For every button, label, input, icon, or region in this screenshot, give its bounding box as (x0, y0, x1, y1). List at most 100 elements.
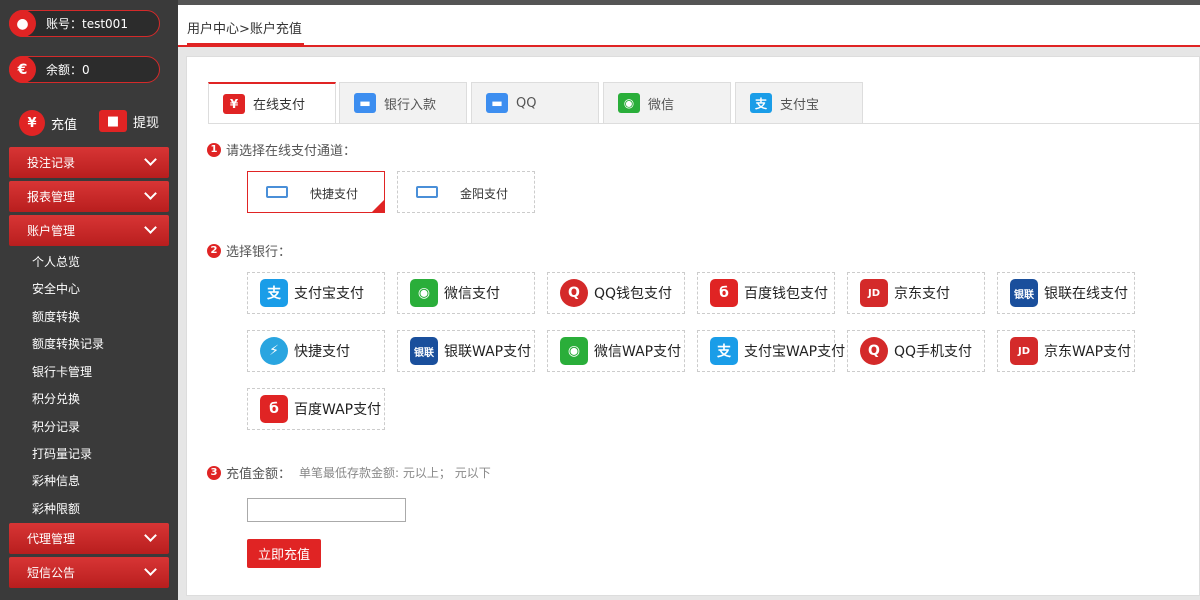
chevron-down-icon (144, 563, 157, 576)
tab-label: 微信 (648, 97, 675, 113)
tabs-divider (208, 123, 1200, 124)
card-icon (416, 186, 438, 198)
bank-label: 微信支付 (444, 286, 500, 302)
tab-label: 支付宝 (780, 97, 820, 113)
jd-icon: JD (1010, 337, 1038, 365)
alipay-icon: 支 (260, 279, 288, 307)
recharge-link[interactable]: ¥ 充值 (19, 110, 77, 136)
menu-bet-records[interactable]: 投注记录 (9, 147, 169, 178)
wechat-icon: ◉ (410, 279, 438, 307)
chevron-down-icon (144, 221, 157, 234)
balance-label: 余额：0 (46, 63, 90, 77)
selected-corner-icon (372, 200, 384, 212)
menu-label: 报表管理 (27, 190, 76, 204)
bank-label: 银联WAP支付 (444, 344, 532, 360)
menu-agent[interactable]: 代理管理 (9, 523, 169, 554)
bank-option[interactable]: ⚡ 快捷支付 (247, 330, 385, 372)
submenu-bank-cards[interactable]: 银行卡管理 (32, 363, 92, 380)
bank-option[interactable]: ◉ 微信WAP支付 (547, 330, 685, 372)
account-label: 账号：test001 (46, 17, 128, 31)
bank-option[interactable]: б 百度WAP支付 (247, 388, 385, 430)
bank-option[interactable]: JD 京东WAP支付 (997, 330, 1135, 372)
bank-option[interactable]: 支支付宝WAP支付 (697, 330, 845, 372)
balance-pill: € 余额：0 (9, 56, 160, 83)
chevron-down-icon (144, 187, 157, 200)
unionpay-icon: 银联 (1010, 279, 1038, 307)
submenu-lottery-info[interactable]: 彩种信息 (32, 472, 80, 489)
bank-option[interactable]: 支支付宝支付 (247, 272, 385, 314)
channel-jinyang-pay[interactable]: 金阳支付 (397, 171, 535, 213)
user-icon: ● (9, 10, 36, 37)
bank-option[interactable]: 银联 银联在线支付 (997, 272, 1135, 314)
menu-account[interactable]: 账户管理 (9, 215, 169, 246)
tab-label: 银行入款 (384, 97, 437, 113)
sidebar: ● 账号：test001 € 余额：0 ¥ 充值 ■ 提现 投注记录 报表管理 … (0, 0, 178, 600)
step-number-3: 3 (207, 465, 221, 480)
menu-label: 账户管理 (27, 224, 76, 238)
submit-recharge-button[interactable]: 立即充值 (247, 539, 321, 568)
account-pill: ● 账号：test001 (9, 10, 160, 37)
wallet-icon: ■ (99, 110, 127, 132)
bank-label: 微信WAP支付 (594, 344, 682, 360)
tab-qq[interactable]: ▬ QQ (471, 82, 599, 124)
bank-label: 京东支付 (894, 286, 950, 302)
bank-label: 支付宝支付 (294, 286, 364, 302)
bank-option[interactable]: ◉ 微信支付 (397, 272, 535, 314)
menu-label: 代理管理 (27, 532, 76, 546)
submenu-security[interactable]: 安全中心 (32, 280, 80, 297)
yen-icon: ¥ (223, 93, 245, 114)
menu-sms-notice[interactable]: 短信公告 (9, 557, 169, 588)
wechat-icon: ◉ (618, 93, 640, 113)
menu-label: 投注记录 (27, 156, 76, 170)
bank-card-icon: ▬ (354, 93, 376, 113)
tab-label: 在线支付 (253, 98, 306, 113)
yen-icon: ¥ (19, 110, 45, 136)
submenu-overview[interactable]: 个人总览 (32, 253, 80, 270)
submenu-wager-records[interactable]: 打码量记录 (32, 445, 92, 462)
submenu-points-exchange[interactable]: 积分兑换 (32, 390, 80, 407)
card-icon (266, 186, 288, 198)
step-number-1: 1 (207, 142, 221, 157)
breadcrumb: 用户中心>账户充值 (187, 22, 302, 37)
submenu-points-records[interactable]: 积分记录 (32, 418, 80, 435)
amount-input[interactable] (247, 498, 406, 522)
chevron-down-icon (144, 153, 157, 166)
tab-online-pay[interactable]: ¥ 在线支付 (208, 82, 336, 124)
bank-label: QQ手机支付 (894, 344, 973, 360)
bank-option[interactable]: JD 京东支付 (847, 272, 985, 314)
step-amount-label: 充值金额： (226, 467, 292, 482)
bank-label: 百度钱包支付 (744, 286, 828, 302)
submenu-transfer[interactable]: 额度转换 (32, 308, 80, 325)
tab-wechat[interactable]: ◉ 微信 (603, 82, 731, 124)
bank-label: 京东WAP支付 (1044, 344, 1132, 360)
menu-report[interactable]: 报表管理 (9, 181, 169, 212)
bank-option[interactable]: Q QQ手机支付 (847, 330, 985, 372)
jd-icon: JD (860, 279, 888, 307)
alipay-icon: 支 (750, 93, 772, 113)
submenu-lottery-limits[interactable]: 彩种限额 (32, 500, 80, 517)
withdraw-link[interactable]: ■ 提现 (99, 110, 159, 132)
recharge-label: 充值 (51, 117, 78, 133)
alipay-icon: 支 (710, 337, 738, 365)
menu-label: 短信公告 (27, 566, 76, 580)
bank-label: 百度WAP支付 (294, 402, 382, 418)
unionpay-icon: 银联 (410, 337, 438, 365)
submenu-transfer-records[interactable]: 额度转换记录 (32, 335, 104, 352)
lightning-icon: ⚡ (260, 337, 288, 365)
chevron-down-icon (144, 529, 157, 542)
bank-option[interactable]: Q QQ钱包支付 (547, 272, 685, 314)
step-number-2: 2 (207, 243, 221, 258)
step-amount: 3 充值金额： 单笔最低存款金额: 元以上； 元以下 (207, 463, 491, 482)
bank-label: 快捷支付 (294, 344, 350, 360)
bank-label: 支付宝WAP支付 (744, 344, 846, 360)
channel-label: 金阳支付 (460, 187, 509, 201)
bank-label: 银联在线支付 (1044, 286, 1128, 302)
tab-bank-deposit[interactable]: ▬ 银行入款 (339, 82, 467, 124)
channel-quick-pay[interactable]: 快捷支付 (247, 171, 385, 213)
tab-alipay[interactable]: 支 支付宝 (735, 82, 863, 124)
tab-label: QQ (516, 95, 537, 111)
bank-option[interactable]: б 百度钱包支付 (697, 272, 835, 314)
breadcrumb-underline (187, 43, 304, 45)
bank-option[interactable]: 银联 银联WAP支付 (397, 330, 535, 372)
recharge-panel: ¥ 在线支付 ▬ 银行入款 ▬ QQ ◉ 微信 支 支付宝 1 请选择在线支付通… (186, 56, 1200, 596)
